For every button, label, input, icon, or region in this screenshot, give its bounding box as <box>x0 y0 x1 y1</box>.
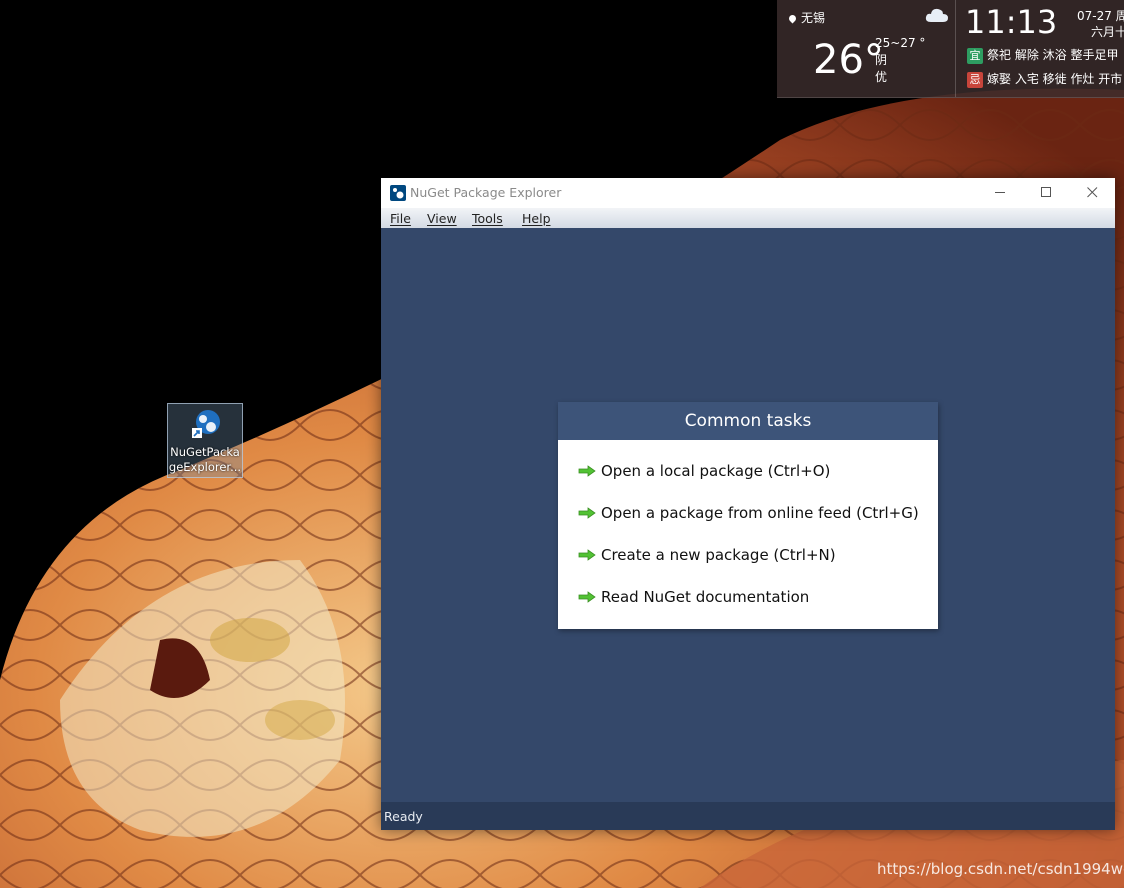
close-button[interactable] <box>1069 178 1115 208</box>
almanac-good: 宜祭祀 解除 沐浴 整手足甲 <box>967 46 1118 64</box>
close-icon <box>1086 186 1097 197</box>
temperature-range: 25~27 ° <box>875 36 926 50</box>
date-text: 07-27 周 <box>1077 9 1124 23</box>
nuget-package-explorer-window: NuGet Package Explorer File View Tools H… <box>381 178 1115 830</box>
good-tag: 宜 <box>967 48 983 64</box>
arrow-right-icon <box>578 465 596 477</box>
desktop-shortcut-label: NuGetPacka geExplorer... <box>168 445 242 474</box>
window-title: NuGet Package Explorer <box>410 185 562 200</box>
maximize-icon <box>1040 186 1051 197</box>
nuget-logo-icon <box>192 410 220 438</box>
minimize-button[interactable] <box>977 178 1023 208</box>
maximize-button[interactable] <box>1023 178 1069 208</box>
common-tasks-panel: Common tasks Open a local package (Ctrl+… <box>558 402 938 629</box>
task-label: Open a package from online feed (Ctrl+G) <box>601 504 919 522</box>
task-label: Create a new package (Ctrl+N) <box>601 546 836 564</box>
air-quality: 优 <box>875 70 888 84</box>
title-bar[interactable]: NuGet Package Explorer <box>381 178 1115 208</box>
common-tasks-header: Common tasks <box>558 402 938 440</box>
task-open-local-package[interactable]: Open a local package (Ctrl+O) <box>578 462 830 480</box>
good-items: 祭祀 解除 沐浴 整手足甲 <box>987 48 1119 62</box>
cloud-icon <box>925 8 948 22</box>
desktop-shortcut-nuget[interactable]: NuGetPacka geExplorer... <box>167 403 243 478</box>
arrow-right-icon <box>578 591 596 603</box>
menu-help[interactable]: Help <box>522 211 551 226</box>
location-pin-icon <box>787 13 798 24</box>
weather-clock-widget: 无锡 26° 25~27 ° 阴 优 11:13 07-27 周 六月十 宜祭祀… <box>777 0 1124 98</box>
watermark: https://blog.csdn.net/csdn1994wc <box>877 860 1124 878</box>
task-create-new-package[interactable]: Create a new package (Ctrl+N) <box>578 546 836 564</box>
menu-file[interactable]: File <box>390 211 411 226</box>
app-logo-icon <box>390 185 406 201</box>
weather-panel: 无锡 26° 25~27 ° 阴 优 <box>777 0 956 97</box>
status-bar: Ready <box>381 802 1115 830</box>
temperature: 26° <box>813 37 884 83</box>
task-label: Open a local package (Ctrl+O) <box>601 462 831 480</box>
weather-condition: 阴 <box>875 53 888 67</box>
menu-view[interactable]: View <box>427 211 457 226</box>
menu-bar: File View Tools Help <box>381 208 1115 228</box>
almanac-bad: 忌嫁娶 入宅 移徙 作灶 开市 <box>967 70 1122 88</box>
temperature-range-block: 25~27 ° 阴 优 <box>875 35 925 86</box>
bad-items: 嫁娶 入宅 移徙 作灶 开市 <box>987 72 1123 86</box>
status-text: Ready <box>384 809 423 824</box>
lunar-date: 六月十 <box>1091 25 1124 39</box>
menu-tools[interactable]: Tools <box>472 211 503 226</box>
main-content: Common tasks Open a local package (Ctrl+… <box>381 228 1115 802</box>
task-label: Read NuGet documentation <box>601 588 810 606</box>
arrow-right-icon <box>578 507 596 519</box>
bad-tag: 忌 <box>967 72 983 88</box>
clock-date: 07-27 周 六月十 <box>1077 8 1124 40</box>
task-open-online-package[interactable]: Open a package from online feed (Ctrl+G) <box>578 504 919 522</box>
clock-time: 11:13 <box>965 3 1058 41</box>
weather-city: 无锡 <box>787 9 825 26</box>
minimize-icon <box>994 191 1005 193</box>
arrow-right-icon <box>578 549 596 561</box>
task-read-documentation[interactable]: Read NuGet documentation <box>578 588 809 606</box>
